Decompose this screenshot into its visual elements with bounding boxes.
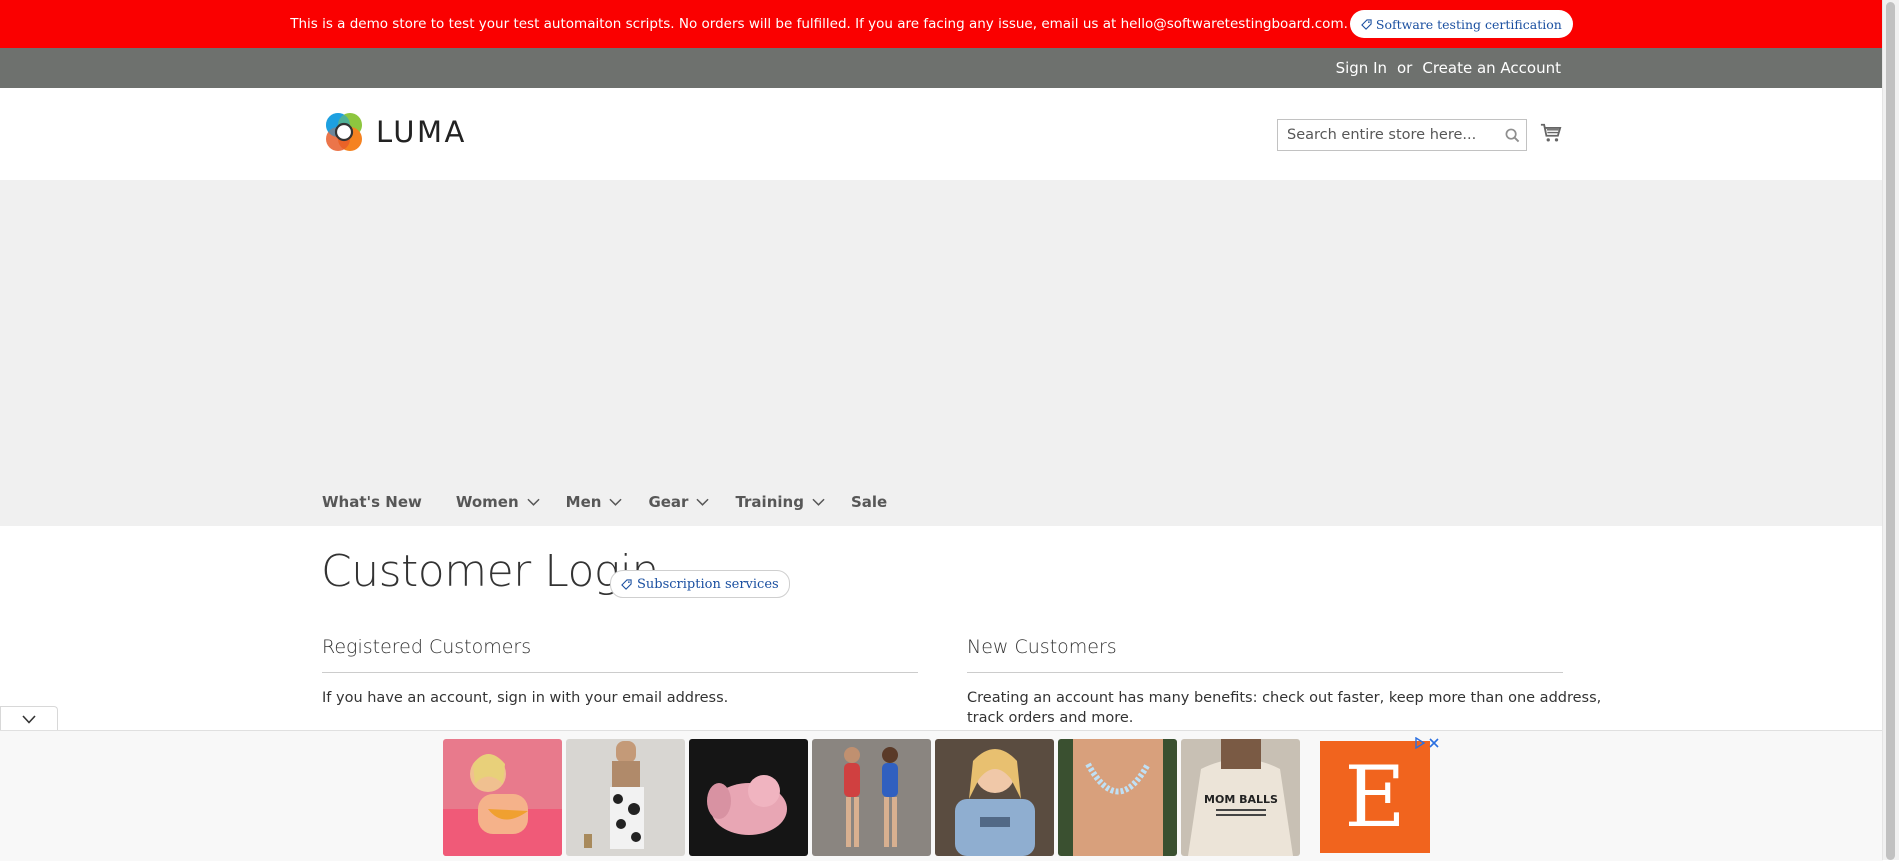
new-customers-text-1: Creating an account has many benefits: c… xyxy=(967,690,1602,706)
ad-thumb-4[interactable] xyxy=(812,739,931,856)
new-customers-divider xyxy=(967,672,1563,673)
tag-icon xyxy=(621,578,632,590)
ad-thumb-5[interactable] xyxy=(935,739,1054,856)
or-separator: or xyxy=(1397,59,1413,77)
luma-logo-icon xyxy=(326,113,362,151)
ad-image-patterned-pants xyxy=(566,739,685,856)
site-header: LUMA xyxy=(0,88,1883,180)
close-icon[interactable] xyxy=(1428,737,1440,749)
ad-collapse-toggle[interactable] xyxy=(0,706,58,732)
demo-notice-text: This is a demo store to test your test a… xyxy=(290,16,1348,32)
registered-customers-title: Registered Customers xyxy=(322,636,532,658)
ad-image-pink-figure xyxy=(689,739,808,856)
nav-item-women[interactable]: Women xyxy=(455,493,540,511)
create-account-link[interactable]: Create an Account xyxy=(1422,59,1561,77)
ad-choices xyxy=(1414,737,1440,749)
subscription-services-label: Subscription services xyxy=(637,576,779,592)
new-customers-text-2: track orders and more. xyxy=(967,710,1134,726)
nav-label: Men xyxy=(565,493,602,511)
ad-thumb-7[interactable]: MOM BALLS xyxy=(1181,739,1300,856)
logo-text: LUMA xyxy=(376,115,467,149)
sweatshirt-text: MOM BALLS xyxy=(1204,793,1278,806)
page-title: Customer Login xyxy=(321,546,659,597)
nav-label: Training xyxy=(735,493,804,511)
chevron-down-icon xyxy=(22,715,36,724)
demo-notice-bar: This is a demo store to test your test a… xyxy=(0,0,1883,48)
nav-item-sale[interactable]: Sale xyxy=(851,493,887,511)
ad-thumb-6[interactable] xyxy=(1058,739,1177,856)
nav-label: Sale xyxy=(850,493,888,511)
scrollbar-thumb[interactable] xyxy=(1886,2,1895,860)
luma-logo[interactable]: LUMA xyxy=(322,110,467,154)
main-navigation: What's New Women Men Gear Training Sale xyxy=(322,480,921,524)
etsy-ad-logo[interactable]: E xyxy=(1320,741,1430,853)
certification-link-label: Software testing certification xyxy=(1375,16,1562,32)
ad-image-swimwear-models xyxy=(812,739,931,856)
new-customers-title: New Customers xyxy=(967,636,1117,658)
minicart-button[interactable] xyxy=(1540,122,1562,144)
search-input[interactable] xyxy=(1278,121,1498,149)
chevron-down-icon xyxy=(527,498,540,506)
ad-thumb-1[interactable] xyxy=(443,739,562,856)
banner-area xyxy=(0,180,1883,526)
ad-thumb-2[interactable] xyxy=(566,739,685,856)
chevron-down-icon xyxy=(609,498,623,506)
subscription-services-link[interactable]: Subscription services xyxy=(610,570,790,598)
tag-icon xyxy=(1361,18,1372,30)
nav-label: Gear xyxy=(648,493,689,511)
top-links-bar: Sign In or Create an Account xyxy=(0,48,1883,88)
nav-item-training[interactable]: Training xyxy=(735,493,825,511)
ad-image-tshirt-model xyxy=(935,739,1054,856)
ad-thumb-3[interactable] xyxy=(689,739,808,856)
search-box xyxy=(1277,119,1527,151)
search-button[interactable] xyxy=(1498,121,1526,149)
software-testing-certification-link[interactable]: Software testing certification xyxy=(1349,10,1573,38)
ad-image-bead-necklace xyxy=(1058,739,1177,856)
registered-divider xyxy=(322,672,918,673)
nav-item-men[interactable]: Men xyxy=(565,493,623,511)
chevron-down-icon xyxy=(696,498,710,506)
search-icon xyxy=(1505,128,1519,142)
nav-item-gear[interactable]: Gear xyxy=(648,493,710,511)
nav-label: Women xyxy=(455,493,519,511)
cart-icon xyxy=(1540,123,1562,142)
etsy-letter: E xyxy=(1344,748,1406,846)
sign-in-link[interactable]: Sign In xyxy=(1336,59,1387,77)
nav-item-whats-new[interactable]: What's New xyxy=(322,493,422,511)
chevron-down-icon xyxy=(812,498,825,506)
registered-customers-text: If you have an account, sign in with you… xyxy=(322,690,729,706)
page-scrollbar[interactable] xyxy=(1882,0,1899,860)
ad-image-mom-balls-sweatshirt: MOM BALLS xyxy=(1181,739,1300,856)
ad-image-woman-lounging xyxy=(443,739,562,856)
ad-choices-icon[interactable] xyxy=(1414,737,1426,749)
nav-label: What's New xyxy=(322,493,422,511)
